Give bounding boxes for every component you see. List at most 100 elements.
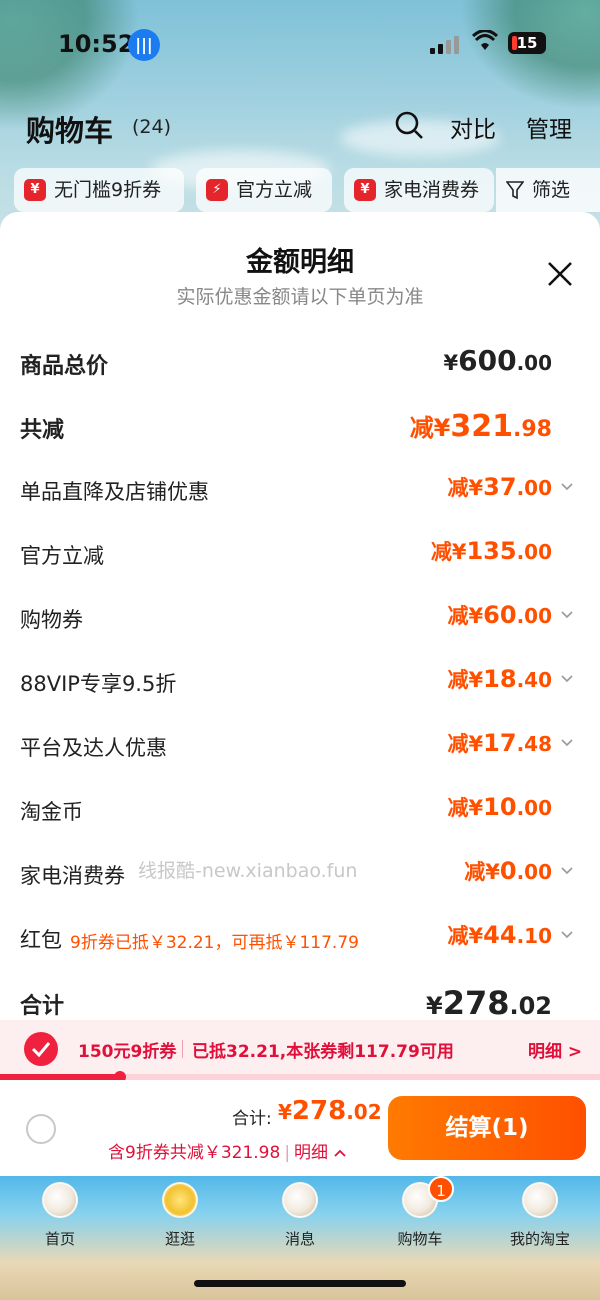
currency-prefix: 减¥: [447, 732, 484, 756]
chevron-down-icon[interactable]: [560, 928, 574, 942]
checkout-bar: 合计: ¥278.02 含9折券共减￥321.98 | 明细 结算(1): [0, 1080, 600, 1176]
row-appliance-voucher[interactable]: 家电消费券 线报酷-new.xianbao.fun 减¥0.00: [0, 857, 600, 900]
coupon-strip: 150元9折券 已抵32.21,本张券剩117.79可用 明细 >: [0, 1020, 600, 1078]
value-integer: 17: [483, 729, 517, 757]
search-icon[interactable]: [394, 110, 424, 140]
row-total-reduction: 共减 减¥321.98: [0, 409, 600, 452]
compare-button[interactable]: 对比: [450, 110, 496, 144]
value-integer: 135: [466, 537, 517, 565]
battery-level: 15: [516, 34, 538, 52]
cart-header: 购物车 (24) 对比 管理: [0, 104, 600, 148]
chevron-down-icon[interactable]: [560, 608, 574, 622]
chip-label: 官方立减: [236, 179, 313, 201]
clock: 10:52: [58, 30, 135, 58]
chip-discount-coupon[interactable]: ¥ 无门槛9折券: [14, 168, 184, 212]
chip-appliance-coupon[interactable]: ¥ 家电消费券: [344, 168, 494, 212]
detail-toggle[interactable]: 明细: [294, 1143, 328, 1163]
wifi-icon: [471, 29, 499, 58]
row-platform-discount[interactable]: 平台及达人优惠 减¥17.48: [0, 729, 600, 772]
coupon-icon: ¥: [24, 179, 46, 201]
chevron-down-icon[interactable]: [560, 480, 574, 494]
sheet-subtitle: 实际优惠金额请以下单页为准: [176, 286, 424, 308]
value-decimal: .00: [516, 540, 552, 564]
row-store-discount[interactable]: 单品直降及店铺优惠 减¥37.00: [0, 473, 600, 516]
row-value: 减¥135.00: [431, 536, 552, 566]
row-label: 平台及达人优惠: [20, 736, 167, 760]
row-value: 减¥37.00: [448, 472, 552, 502]
value-integer: 0: [499, 857, 517, 885]
value-integer: 278: [442, 984, 510, 1020]
chevron-down-icon[interactable]: [560, 736, 574, 750]
value-decimal: .98: [513, 417, 552, 442]
chevron-down-icon[interactable]: [560, 864, 574, 878]
close-icon[interactable]: [546, 260, 574, 288]
row-taojinbi: 淘金币 减¥10.00: [0, 793, 600, 836]
currency-prefix: 减¥: [447, 668, 484, 692]
row-grand-total: 合计 ¥278.02: [0, 984, 600, 1020]
currency-prefix: ¥: [443, 351, 459, 375]
row-total-price: 商品总价 ¥600.00: [0, 344, 600, 388]
filter-label: 筛选: [532, 179, 571, 201]
profile-avatar-icon: [522, 1182, 558, 1218]
row-88vip-discount[interactable]: 88VIP专享9.5折 减¥18.40: [0, 665, 600, 708]
row-label: 共减: [20, 418, 65, 443]
value-decimal: .02: [509, 992, 552, 1020]
row-label: 单品直降及店铺优惠: [20, 480, 209, 504]
value-decimal: .00: [516, 796, 552, 820]
row-value: ¥600.00: [443, 344, 552, 377]
currency-prefix: ¥: [278, 1100, 292, 1124]
row-label: 红包: [20, 928, 62, 952]
coupon-checkbox[interactable]: [24, 1032, 58, 1066]
voice-record-icon: |||: [128, 29, 160, 61]
select-all-checkbox[interactable]: [26, 1114, 56, 1144]
tab-label: 我的淘宝: [509, 1230, 570, 1248]
row-shopping-voucher[interactable]: 购物券 减¥60.00: [0, 601, 600, 644]
tab-label: 消息: [284, 1230, 315, 1248]
currency-prefix: 减¥: [464, 860, 500, 884]
battery-icon: 15: [508, 32, 546, 54]
chevron-up-icon[interactable]: [333, 1148, 347, 1158]
row-value: 减¥18.40: [448, 664, 552, 694]
checkout-button[interactable]: 结算(1): [388, 1096, 586, 1160]
chip-label: 家电消费券: [384, 179, 480, 201]
chip-label: 无门槛9折券: [54, 179, 162, 201]
manage-button[interactable]: 管理: [526, 110, 572, 144]
row-value: 减¥60.00: [448, 600, 552, 630]
cart-item-count: (24): [132, 116, 172, 138]
value-integer: 37: [483, 473, 517, 501]
tab-browse[interactable]: 逛逛: [120, 1176, 240, 1256]
row-value: ¥278.02: [426, 984, 552, 1020]
value-decimal: .02: [346, 1100, 382, 1124]
tab-messages[interactable]: 消息: [240, 1176, 360, 1256]
coupon-icon: ¥: [354, 179, 376, 201]
tab-home[interactable]: 首页: [0, 1176, 120, 1256]
messages-avatar-icon: [282, 1182, 318, 1218]
currency-prefix: ¥: [425, 992, 443, 1020]
chip-official-discount[interactable]: ⚡ 官方立减: [196, 168, 332, 212]
row-red-packet[interactable]: 红包 9折券已抵￥32.21，可再抵￥117.79 减¥44.10: [0, 921, 600, 964]
row-label: 88VIP专享9.5折: [20, 672, 177, 696]
row-label: 购物券: [20, 608, 83, 632]
signal-icon: [430, 36, 462, 54]
tab-label: 购物车: [397, 1230, 443, 1248]
sum-value: ¥278.02: [278, 1096, 382, 1126]
filter-chips: ¥ 无门槛9折券 ⚡ 官方立减 ¥ 家电消费券 筛选: [0, 168, 600, 216]
chevron-down-icon[interactable]: [560, 672, 574, 686]
filter-button[interactable]: 筛选: [496, 168, 600, 212]
tab-my-taobao[interactable]: 我的淘宝: [480, 1176, 600, 1256]
check-icon: [31, 1042, 51, 1058]
status-bar: 10:52 ||| 15: [0, 26, 600, 66]
value-integer: 60: [483, 601, 517, 629]
row-value: 减¥44.10: [448, 920, 552, 950]
browse-icon: [162, 1182, 198, 1218]
value-integer: 18: [483, 665, 517, 693]
value-integer: 321: [450, 409, 514, 444]
currency-prefix: 减¥: [430, 540, 467, 564]
coupon-detail-link[interactable]: 明细 >: [528, 1037, 582, 1062]
tab-label: 首页: [44, 1230, 75, 1248]
amount-detail-sheet: 金额明细 实际优惠金额请以下单页为准 商品总价 ¥600.00 共减 减¥321…: [0, 212, 600, 1020]
sheet-title: 金额明细: [246, 247, 354, 278]
tab-cart[interactable]: 购物车: [360, 1176, 480, 1256]
value-decimal: .00: [516, 351, 552, 375]
row-label: 合计: [20, 994, 65, 1019]
